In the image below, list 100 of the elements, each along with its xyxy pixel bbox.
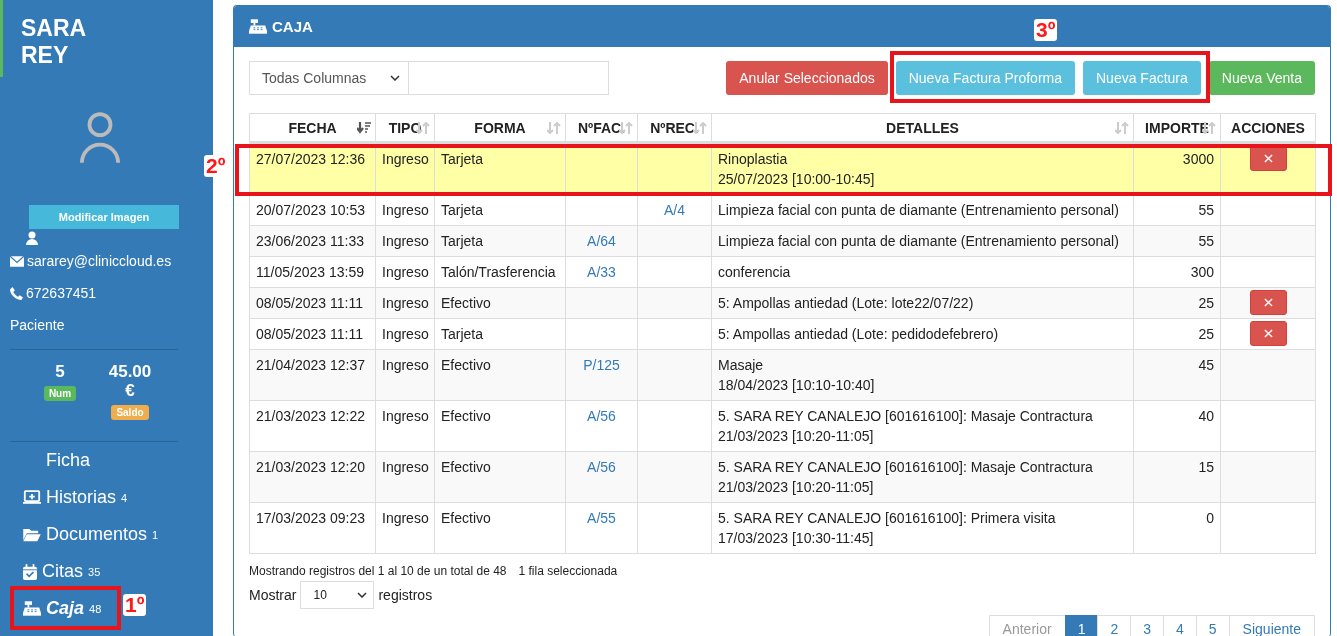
- table-cell: 11/05/2023 13:59: [249, 256, 376, 288]
- table-cell: 21/04/2023 12:37: [249, 349, 376, 401]
- laptop-icon: [23, 490, 41, 505]
- stat-value: 5: [55, 362, 65, 381]
- table-cell: Limpieza facial con punta de diamante (Entrenamiento personal): [711, 194, 1134, 226]
- table-cell: 17/03/2023 09:23: [249, 502, 376, 554]
- table-cell: Talón/Trasferencia: [434, 256, 566, 288]
- table-cell: 21/03/2023 12:20: [249, 451, 376, 503]
- folder-icon: [23, 527, 41, 542]
- table-link[interactable]: A/64: [565, 225, 638, 257]
- email-text: sararey@cliniccloud.es: [27, 253, 172, 269]
- page-button[interactable]: 5: [1195, 615, 1230, 636]
- cash-register-icon: [249, 19, 267, 34]
- table-cell: 15: [1133, 451, 1221, 503]
- page-button[interactable]: 2: [1097, 615, 1132, 636]
- table-cell: Masaje 18/04/2023 [10:10-10:40]: [711, 349, 1134, 401]
- table-cell: Efectivo: [434, 349, 566, 401]
- delete-button[interactable]: [1249, 146, 1287, 171]
- envelope-icon: [10, 255, 24, 267]
- table-cell: 25: [1133, 287, 1221, 319]
- table-link[interactable]: A/56: [565, 400, 638, 452]
- table-cell: Tarjeta: [434, 225, 566, 257]
- delete-button[interactable]: [1249, 290, 1287, 315]
- role-text: Paciente: [10, 317, 65, 333]
- patient-name: SARA REY: [21, 15, 87, 69]
- table-cell: 5: Ampollas antiedad (Lote: pedidodefebrero): [711, 318, 1134, 350]
- table-cell: Efectivo: [434, 502, 566, 554]
- table-cell: 20/07/2023 10:53: [249, 194, 376, 226]
- table-cell: 55: [1133, 194, 1221, 226]
- stat-badge: Saldo: [111, 405, 149, 420]
- close-icon: [1263, 329, 1273, 338]
- table-row[interactable]: 21/04/2023 12:37 Ingreso Efectivo P/125 Masaje 18/04/2023 [10:10-10:40] 45: [249, 349, 1316, 401]
- step-label: 3º: [1034, 19, 1058, 41]
- table-link[interactable]: A/4: [637, 194, 712, 226]
- table-cell: Ingreso: [375, 502, 435, 554]
- step-label: 2º: [204, 155, 228, 177]
- page-button[interactable]: 1: [1064, 615, 1099, 636]
- table-cell: 08/05/2023 11:11: [249, 318, 376, 350]
- table-cell: Efectivo: [434, 451, 566, 503]
- table-row[interactable]: 27/07/2023 12:36 Ingreso Tarjeta Rinoplastia 25/07/2023 [10:00-10:45] 3000: [249, 142, 1316, 195]
- table-link[interactable]: A/55: [565, 502, 638, 554]
- delete-button[interactable]: [1249, 321, 1287, 346]
- table-cell: 25: [1133, 318, 1221, 350]
- chevron-down-icon: [357, 592, 368, 598]
- table-cell: Ingreso: [375, 194, 435, 226]
- records-info: Mostrando registros del 1 al 10 de un total de 48: [249, 564, 507, 578]
- table-row[interactable]: 17/03/2023 09:23 Ingreso Efectivo A/55 5. SARA REY CANALEJO [601616100]: Primera visita 17/03/2023 [10:30-11:45] 0: [249, 502, 1316, 554]
- table-link[interactable]: A/33: [565, 256, 638, 288]
- table-cell: Ingreso: [375, 349, 435, 401]
- column-select[interactable]: Todas Columnas: [249, 61, 409, 95]
- table-cell: Limpieza facial con punta de diamante (Entrenamiento personal): [711, 225, 1134, 257]
- table-cell: Ingreso: [375, 287, 435, 319]
- table-cell: 45: [1133, 349, 1221, 401]
- phone-icon: [10, 286, 23, 300]
- records-label: registros: [378, 587, 433, 603]
- page-button[interactable]: 4: [1163, 615, 1197, 636]
- show-label: Mostrar: [249, 587, 297, 603]
- table-cell: Ingreso: [375, 400, 435, 452]
- selection-info: 1 fila seleccionada: [518, 564, 618, 578]
- table-link[interactable]: A/56: [565, 451, 638, 503]
- panel-title: CAJA: [272, 18, 313, 35]
- table-row[interactable]: 21/03/2023 12:20 Ingreso Efectivo A/56 5. SARA REY CANALEJO [601616100]: Masaje Contractura 21/03/2023 [10:20-11:05] 15: [249, 451, 1316, 503]
- table-row[interactable]: 23/06/2023 11:33 Ingreso Tarjeta A/64 Limpieza facial con punta de diamante (Entrenamiento personal) 55: [249, 225, 1316, 257]
- table-cell: Tarjeta: [434, 318, 566, 350]
- page-button[interactable]: 3: [1130, 615, 1164, 636]
- table-row[interactable]: 11/05/2023 13:59 Ingreso Talón/Trasferencia A/33 conferencia 300: [249, 256, 1316, 288]
- step-label: 1º: [123, 594, 147, 616]
- page-size-select[interactable]: 10: [300, 581, 375, 609]
- table-cell: Ingreso: [375, 225, 435, 257]
- action-button[interactable]: Nueva Venta: [1208, 61, 1315, 95]
- table-cell: 5. SARA REY CANALEJO [601616100]: Masaje Contractura 21/03/2023 [10:20-11:05]: [711, 451, 1134, 503]
- action-button[interactable]: Anular Seleccionados: [726, 61, 888, 95]
- close-icon: [1263, 154, 1273, 163]
- table-cell: Ingreso: [375, 318, 435, 350]
- table-cell: 55: [1133, 225, 1221, 257]
- table-row[interactable]: 08/05/2023 11:11 Ingreso Tarjeta 5: Ampollas antiedad (Lote: pedidodefebrero) 25: [249, 318, 1316, 350]
- table-cell: Efectivo: [434, 287, 566, 319]
- table-cell: 5: Ampollas antiedad (Lote: lote22/07/22): [711, 287, 1134, 319]
- cash-register-icon: [23, 601, 41, 616]
- table-cell: Efectivo: [434, 400, 566, 452]
- calendar-icon: [23, 563, 37, 580]
- close-icon: [1263, 298, 1273, 307]
- stat-badge: Num: [43, 386, 77, 401]
- table-cell: 23/06/2023 11:33: [249, 225, 376, 257]
- table-cell: Ingreso: [375, 256, 435, 288]
- next-button[interactable]: Siguiente: [1228, 615, 1315, 636]
- nav-item[interactable]: Ficha: [0, 442, 96, 479]
- table-cell: 08/05/2023 11:11: [249, 287, 376, 319]
- user-icon: [26, 231, 38, 245]
- table-cell: conferencia: [711, 256, 1134, 288]
- table-link[interactable]: P/125: [565, 349, 638, 401]
- avatar-icon: [78, 111, 121, 165]
- table-row[interactable]: 21/03/2023 12:22 Ingreso Efectivo A/56 5. SARA REY CANALEJO [601616100]: Masaje Contractura 21/03/2023 [10:20-11:05] 40: [249, 400, 1316, 452]
- table-row[interactable]: 08/05/2023 11:11 Ingreso Efectivo 5: Ampollas antiedad (Lote: lote22/07/22) 25: [249, 287, 1316, 319]
- table-cell: 0: [1133, 502, 1221, 554]
- table-cell: 21/03/2023 12:22: [249, 400, 376, 452]
- phone-text: 672637451: [26, 285, 97, 301]
- table-row[interactable]: 20/07/2023 10:53 Ingreso Tarjeta A/4 Limpieza facial con punta de diamante (Entrenamiento personal) 55: [249, 194, 1316, 226]
- table-cell: 5. SARA REY CANALEJO [601616100]: Masaje Contractura 21/03/2023 [10:20-11:05]: [711, 400, 1134, 452]
- search-field[interactable]: [409, 61, 609, 95]
